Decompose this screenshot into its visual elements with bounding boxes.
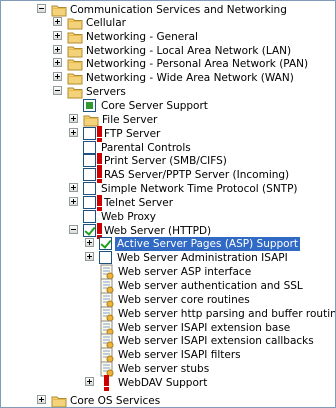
tree-row-label[interactable]: Core OS Services — [68, 394, 162, 407]
expand-plus-icon[interactable] — [53, 72, 62, 81]
collapse-minus-icon[interactable] — [37, 4, 46, 13]
tree-row[interactable]: Core OS Services — [1, 392, 331, 407]
expand-plus-icon[interactable] — [69, 128, 78, 137]
expand-plus-icon[interactable] — [69, 197, 78, 206]
expand-plus-icon[interactable] — [85, 252, 94, 261]
folder-icon — [51, 393, 67, 407]
warning-icon — [99, 375, 115, 391]
tree-rows: Communication Services and Networking Cel… — [1, 1, 335, 407]
tree-row[interactable]: WebDAV Support — [1, 374, 331, 391]
collapse-minus-icon[interactable] — [69, 225, 78, 234]
collapse-minus-icon[interactable] — [53, 86, 62, 95]
expand-plus-icon[interactable] — [53, 17, 62, 26]
expand-plus-icon[interactable] — [85, 238, 94, 247]
tree-row-label[interactable]: WebDAV Support — [116, 376, 209, 390]
expand-plus-icon[interactable] — [53, 58, 62, 67]
expand-plus-icon[interactable] — [69, 114, 78, 123]
expand-plus-icon[interactable] — [69, 183, 78, 192]
expand-plus-icon[interactable] — [37, 395, 46, 404]
expand-plus-icon[interactable] — [53, 45, 62, 54]
expand-plus-icon[interactable] — [53, 31, 62, 40]
expand-plus-icon[interactable] — [85, 377, 94, 386]
component-tree-view[interactable]: Communication Services and Networking Cel… — [0, 0, 336, 408]
